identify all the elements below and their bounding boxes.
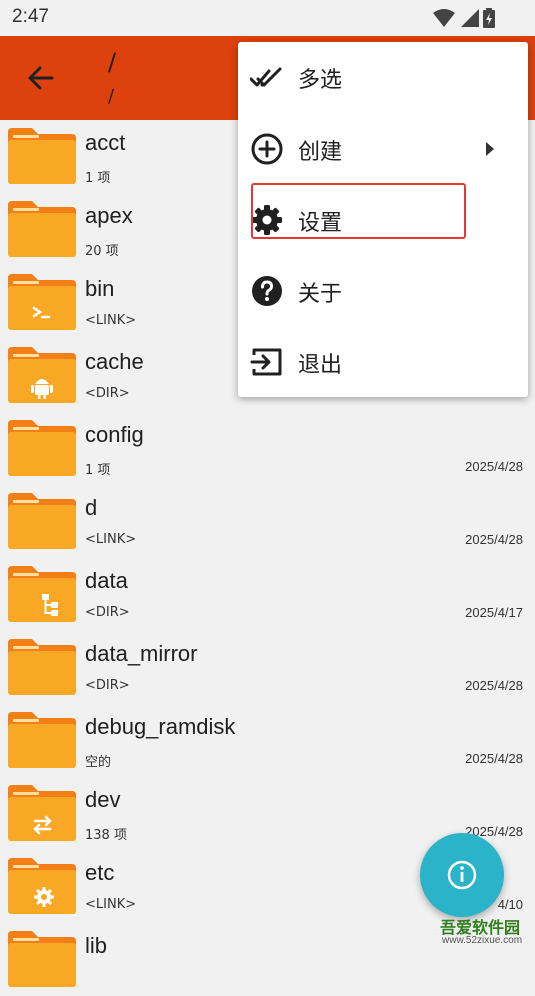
file-name: debug_ramdisk (85, 714, 236, 739)
menu-item-exit[interactable]: 退出 (238, 327, 528, 399)
file-row[interactable]: config 1 项 2025/4/28 (0, 412, 535, 485)
file-date: 4/10 (497, 897, 523, 912)
file-name: data_mirror (85, 641, 198, 666)
file-meta: <DIR> (85, 678, 130, 693)
file-date: 2025/4/28 (465, 678, 523, 693)
file-row[interactable]: data_mirror <DIR> 2025/4/28 (0, 631, 535, 704)
highlight-box (251, 183, 466, 239)
swap-folder-icon (8, 785, 76, 841)
overflow-menu: 多选 创建 设置 关于 退出 (238, 42, 528, 397)
help-circle-icon (252, 276, 282, 306)
info-icon (447, 860, 477, 890)
menu-item-about[interactable]: 关于 (238, 256, 528, 328)
file-meta: <LINK> (85, 532, 137, 547)
folder-icon (8, 420, 76, 476)
folder-icon (8, 493, 76, 549)
folder-icon (8, 201, 76, 257)
back-button[interactable] (22, 60, 62, 96)
file-name: dev (85, 787, 121, 812)
file-date: 2025/4/28 (465, 459, 523, 474)
status-time: 2:47 (12, 6, 49, 27)
file-date: 2025/4/17 (465, 605, 523, 620)
menu-label-exit: 退出 (298, 353, 343, 378)
add-circle-icon (251, 133, 283, 165)
android-folder-icon (8, 347, 76, 403)
menu-label-create: 创建 (298, 140, 343, 165)
file-meta: <DIR> (85, 386, 130, 401)
double-check-icon (250, 67, 282, 87)
file-name: data (85, 568, 128, 593)
folder-icon (8, 128, 76, 184)
file-meta: 20 项 (85, 244, 119, 259)
menu-item-create[interactable]: 创建 (238, 114, 528, 186)
file-name: cache (85, 349, 144, 374)
info-fab-button[interactable] (420, 833, 504, 917)
folder-icon (8, 931, 76, 987)
status-icons (433, 8, 495, 28)
file-name: acct (85, 130, 126, 155)
file-name: lib (85, 933, 108, 958)
settings-folder-icon (8, 858, 76, 914)
file-row[interactable]: data <DIR> 2025/4/17 (0, 558, 535, 631)
file-date: 2025/4/28 (465, 751, 523, 766)
file-name: etc (85, 860, 115, 885)
file-meta: 1 项 (85, 171, 111, 186)
arrow-back-icon (28, 66, 54, 90)
file-meta: <LINK> (85, 897, 137, 912)
menu-item-multiselect[interactable]: 多选 (238, 42, 528, 114)
status-bar: 2:47 (0, 0, 535, 36)
file-meta: 1 项 (85, 463, 111, 478)
file-date: 2025/4/28 (465, 532, 523, 547)
file-row[interactable]: d <LINK> 2025/4/28 (0, 485, 535, 558)
file-meta: 空的 (85, 755, 112, 770)
file-name: bin (85, 276, 115, 301)
tree-folder-icon (8, 566, 76, 622)
exit-icon (250, 348, 282, 376)
file-meta: 138 项 (85, 828, 127, 843)
folder-icon (8, 712, 76, 768)
path-title[interactable]: / (108, 48, 116, 76)
file-name: apex (85, 203, 133, 228)
wifi-icon (433, 9, 455, 27)
submenu-arrow-icon (486, 142, 494, 156)
path-subtitle: / (108, 86, 115, 107)
signal-icon (461, 9, 479, 27)
watermark-url: www.52zixue.com (442, 935, 523, 946)
folder-icon (8, 639, 76, 695)
file-meta: <LINK> (85, 313, 137, 328)
file-name: config (85, 422, 144, 447)
watermark: 吾爱软件园 www.52zixue.com (440, 912, 532, 949)
terminal-folder-icon (8, 274, 76, 330)
menu-label-about: 关于 (298, 282, 343, 307)
battery-icon (483, 8, 495, 28)
file-name: d (85, 495, 98, 520)
file-row[interactable]: debug_ramdisk 空的 2025/4/28 (0, 704, 535, 777)
menu-label-multiselect: 多选 (298, 68, 343, 93)
file-meta: <DIR> (85, 605, 130, 620)
